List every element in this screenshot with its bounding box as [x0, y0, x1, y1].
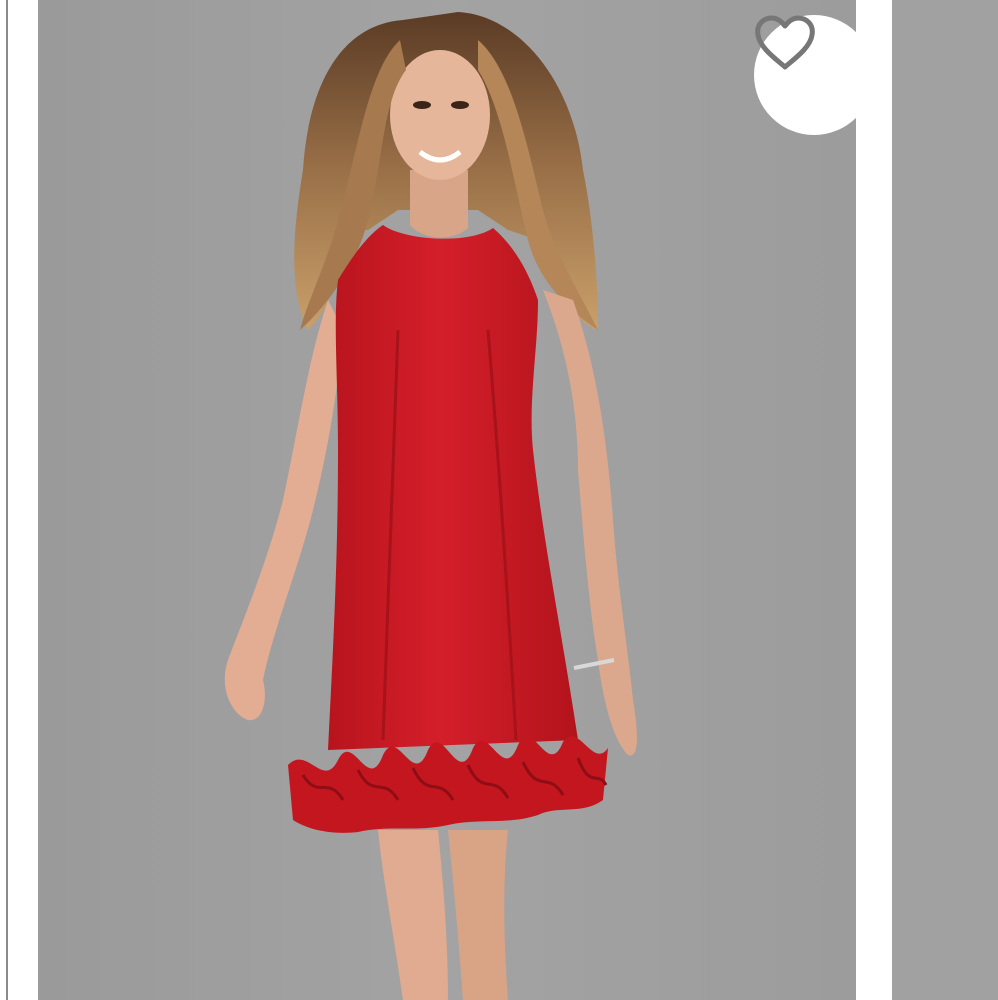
left-gutter: [0, 0, 38, 1000]
heart-outline-icon: [755, 15, 815, 70]
product-photo[interactable]: [38, 0, 856, 1000]
right-eye: [451, 101, 469, 109]
neck: [410, 170, 468, 238]
next-product-photo[interactable]: [892, 0, 998, 1000]
carousel-gap: [856, 0, 892, 1000]
left-eye: [413, 101, 431, 109]
previous-photo-edge[interactable]: [6, 0, 8, 1000]
dress-model-illustration: [38, 0, 856, 1000]
